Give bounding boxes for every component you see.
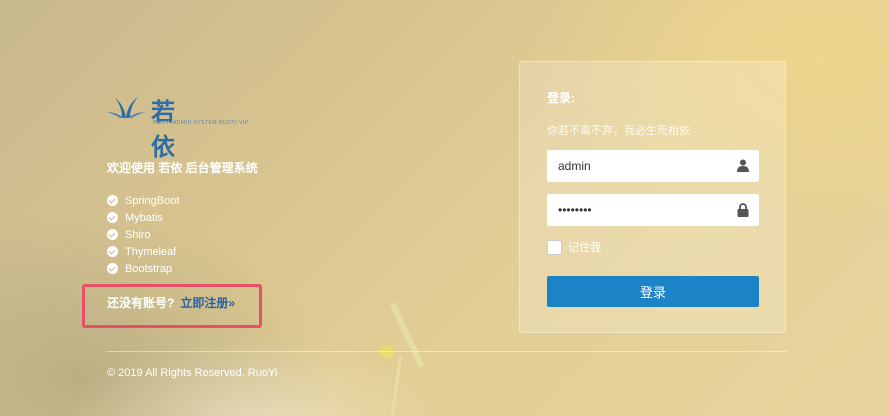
decorative-flower-stem: [390, 355, 403, 415]
footer-divider: [107, 351, 787, 352]
copyright-text: © 2019 All Rights Reserved. RuoYi: [107, 367, 278, 379]
brand-name: 若 依: [151, 97, 181, 161]
password-field-wrapper: [547, 194, 759, 226]
welcome-heading: 欢迎使用 若依 后台管理系统: [107, 161, 258, 175]
check-circle-icon: [107, 212, 118, 223]
list-item-label: Mybatis: [125, 211, 163, 224]
list-item-label: Thymeleaf: [125, 245, 177, 258]
lock-icon: [737, 203, 749, 217]
remember-me[interactable]: 记住我: [547, 239, 601, 255]
login-tagline: 你若不离不弃，我必生死相依: [547, 125, 690, 137]
tech-stack-list: SpringBoot Mybatis Shiro Thymeleaf Boots…: [107, 192, 179, 277]
list-item: Shiro: [107, 226, 179, 243]
remember-me-label: 记住我: [568, 242, 601, 254]
check-circle-icon: [107, 246, 118, 257]
check-circle-icon: [107, 263, 118, 274]
register-prompt-text: 还没有账号?: [107, 296, 175, 310]
login-panel: 登录: 你若不离不弃，我必生死相依 记住我 登录: [519, 61, 786, 333]
list-item-label: SpringBoot: [125, 194, 180, 207]
check-circle-icon: [107, 229, 118, 240]
list-item: Bootstrap: [107, 260, 179, 277]
username-field-wrapper: [547, 150, 759, 182]
login-button[interactable]: 登录: [547, 276, 759, 307]
register-prompt: 还没有账号? 立即注册»: [107, 294, 235, 311]
brand-logo: 若 依 RUOYI ADMIN SYSTEM RUOYI.VIP: [107, 92, 248, 161]
list-item-label: Shiro: [125, 228, 151, 241]
register-link[interactable]: 立即注册»: [180, 296, 235, 310]
list-item: Thymeleaf: [107, 243, 179, 260]
brand-subtitle: RUOYI ADMIN SYSTEM RUOYI.VIP: [153, 120, 249, 126]
list-item-label: Bootstrap: [125, 262, 173, 275]
user-icon: [737, 159, 749, 172]
login-title: 登录:: [547, 91, 575, 105]
grass-logo-icon: [107, 97, 145, 118]
decorative-flower-stem: [389, 302, 425, 368]
decorative-flower-stem: [380, 345, 394, 359]
check-circle-icon: [107, 195, 118, 206]
list-item: SpringBoot: [107, 192, 179, 209]
password-input[interactable]: [547, 194, 727, 226]
remember-me-checkbox[interactable]: [547, 239, 562, 255]
username-input[interactable]: [547, 150, 727, 182]
list-item: Mybatis: [107, 209, 179, 226]
